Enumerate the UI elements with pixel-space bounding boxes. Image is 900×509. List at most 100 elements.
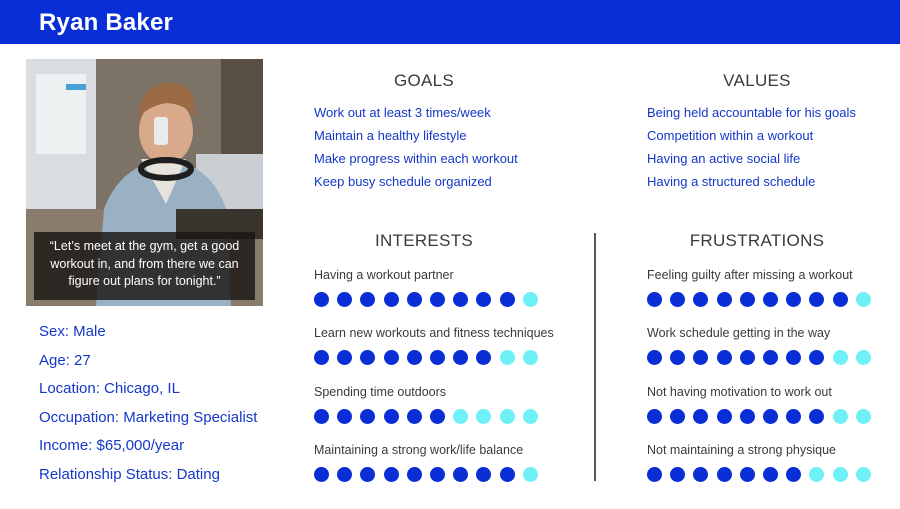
rating-dot-filled bbox=[762, 467, 778, 482]
rating-dot-filled bbox=[429, 467, 445, 482]
value-item: Having a structured schedule bbox=[647, 174, 816, 189]
rating-dot-filled bbox=[499, 467, 515, 482]
frustration-item: Work schedule getting in the way bbox=[647, 326, 879, 366]
rating-dot-filled bbox=[429, 350, 445, 365]
interest-label: Learn new workouts and fitness technique… bbox=[314, 326, 554, 340]
rating-dot-filled bbox=[406, 350, 422, 365]
rating-dot-filled bbox=[314, 350, 329, 365]
rating-dot-filled bbox=[337, 350, 353, 365]
rating-dot-filled bbox=[383, 292, 399, 307]
rating-dot-filled bbox=[739, 292, 755, 307]
goal-item: Work out at least 3 times/week bbox=[314, 105, 491, 120]
rating-dot-filled bbox=[670, 467, 686, 482]
frustrations-title: FRUSTRATIONS bbox=[689, 231, 825, 250]
rating-dot-empty bbox=[522, 292, 538, 307]
values-list: Being held accountable for his goals Com… bbox=[647, 105, 856, 197]
persona-quote: “Let’s meet at the gym, get a good worko… bbox=[34, 232, 255, 300]
interest-item: Learn new workouts and fitness technique… bbox=[314, 326, 554, 366]
rating-dot-empty bbox=[832, 350, 848, 365]
frustration-label: Work schedule getting in the way bbox=[647, 326, 831, 340]
rating-dot-filled bbox=[429, 409, 445, 424]
rating-dot-filled bbox=[786, 350, 802, 365]
rating-dot-filled bbox=[499, 292, 515, 307]
rating-dot-filled bbox=[670, 350, 686, 365]
rating-dot-filled bbox=[314, 292, 329, 307]
header-bar: Ryan Baker bbox=[0, 0, 900, 44]
interest-label: Spending time outdoors bbox=[314, 385, 447, 399]
rating-dot-empty bbox=[522, 467, 538, 482]
persona-photo: “Let’s meet at the gym, get a good worko… bbox=[26, 59, 263, 306]
rating-dot-filled bbox=[739, 467, 755, 482]
rating-dot-filled bbox=[453, 292, 469, 307]
demographic-sex: Sex: Male bbox=[39, 323, 106, 340]
rating-dot-empty bbox=[855, 292, 871, 307]
rating-dot-filled bbox=[786, 467, 802, 482]
rating-dot-filled bbox=[360, 292, 376, 307]
rating-dot-filled bbox=[406, 409, 422, 424]
frustration-item: Not having motivation to work out bbox=[647, 385, 879, 425]
demographic-income: Income: $65,000/year bbox=[39, 437, 185, 455]
rating-dot-filled bbox=[429, 292, 445, 307]
rating-dot-filled bbox=[716, 467, 732, 482]
rating-dot-filled bbox=[406, 292, 422, 307]
rating-dot-filled bbox=[360, 409, 376, 424]
rating-dot-filled bbox=[337, 409, 353, 424]
rating-dot-filled bbox=[337, 467, 353, 482]
goal-item: Keep busy schedule organized bbox=[314, 174, 492, 189]
rating-dot-filled bbox=[693, 292, 709, 307]
frustration-rating bbox=[647, 292, 879, 308]
frustration-label: Not maintaining a strong physique bbox=[647, 443, 837, 457]
rating-dot-filled bbox=[647, 467, 662, 482]
rating-dot-empty bbox=[499, 409, 515, 424]
rating-dot-empty bbox=[832, 409, 848, 424]
frustration-label: Feeling guilty after missing a workout bbox=[647, 268, 853, 282]
rating-dot-filled bbox=[716, 409, 732, 424]
rating-dot-filled bbox=[453, 467, 469, 482]
rating-dot-filled bbox=[406, 467, 422, 482]
value-item: Competition within a workout bbox=[647, 128, 814, 143]
rating-dot-filled bbox=[670, 409, 686, 424]
rating-dot-filled bbox=[337, 292, 353, 307]
rating-dot-filled bbox=[762, 292, 778, 307]
value-item: Having an active social life bbox=[647, 151, 801, 166]
rating-dot-empty bbox=[855, 409, 871, 424]
rating-dot-filled bbox=[786, 409, 802, 424]
rating-dot-filled bbox=[314, 409, 329, 424]
rating-dot-empty bbox=[499, 350, 515, 365]
frustration-rating bbox=[647, 467, 879, 483]
interest-rating bbox=[314, 409, 546, 425]
value-item: Being held accountable for his goals bbox=[647, 105, 856, 120]
demographic-occupation: Occupation: Marketing Specialist bbox=[39, 408, 258, 426]
interest-item: Spending time outdoors bbox=[314, 385, 546, 425]
rating-dot-empty bbox=[522, 409, 538, 424]
persona-name: Ryan Baker bbox=[39, 9, 174, 36]
values-title: VALUES bbox=[723, 71, 791, 90]
interest-item: Maintaining a strong work/life balance bbox=[314, 443, 546, 483]
rating-dot-filled bbox=[476, 467, 492, 482]
frustration-rating bbox=[647, 350, 879, 366]
rating-dot-filled bbox=[453, 350, 469, 365]
rating-dot-filled bbox=[476, 350, 492, 365]
rating-dot-filled bbox=[739, 350, 755, 365]
rating-dot-filled bbox=[762, 409, 778, 424]
goal-item: Maintain a healthy lifestyle bbox=[314, 128, 467, 143]
rating-dot-filled bbox=[476, 292, 492, 307]
rating-dot-filled bbox=[762, 350, 778, 365]
rating-dot-filled bbox=[383, 350, 399, 365]
rating-dot-filled bbox=[647, 409, 662, 424]
interest-label: Having a workout partner bbox=[314, 268, 454, 282]
rating-dot-filled bbox=[314, 467, 329, 482]
rating-dot-filled bbox=[693, 409, 709, 424]
rating-dot-empty bbox=[809, 467, 825, 482]
interest-label: Maintaining a strong work/life balance bbox=[314, 443, 524, 457]
goal-item: Make progress within each workout bbox=[314, 151, 518, 166]
rating-dot-filled bbox=[647, 292, 662, 307]
rating-dot-filled bbox=[693, 467, 709, 482]
demographic-age: Age: 27 bbox=[39, 351, 91, 369]
rating-dot-empty bbox=[855, 350, 871, 365]
rating-dot-filled bbox=[809, 292, 825, 307]
rating-dot-filled bbox=[670, 292, 686, 307]
demographics-list: Sex: Male Age: 27 Location: Chicago, IL … bbox=[39, 322, 257, 494]
rating-dot-filled bbox=[832, 292, 848, 307]
rating-dot-filled bbox=[786, 292, 802, 307]
